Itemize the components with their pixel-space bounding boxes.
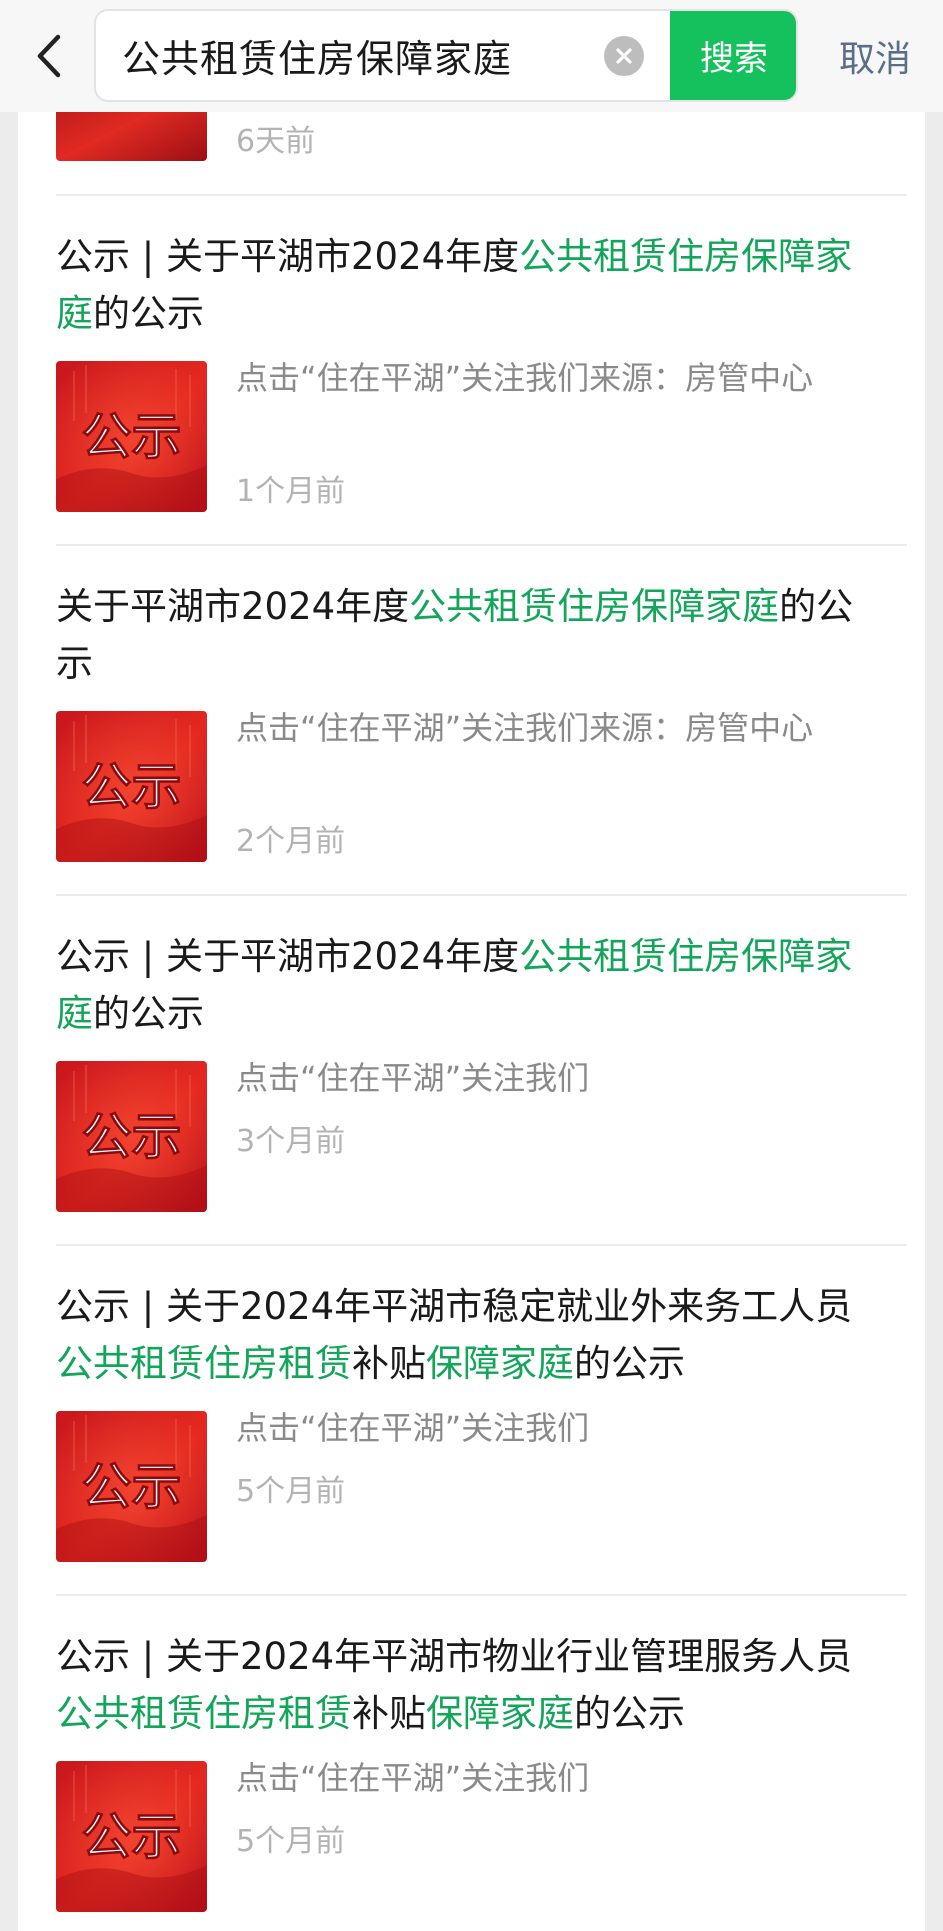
highlighted-keyword: 公共租赁住房保障家庭	[409, 585, 780, 628]
result-title[interactable]: 公示 | 关于平湖市2024年度公共租赁住房保障家庭的公示	[56, 928, 876, 1042]
thumbnail-label: 公示	[82, 1458, 182, 1516]
list-item[interactable]: 公示 | 关于2024年平湖市稳定就业外来务工人员公共租赁住房租赁补贴保障家庭的…	[56, 1246, 907, 1596]
thumbnail-label: 公示	[82, 1108, 182, 1166]
highlighted-keyword: 保障家庭	[426, 1692, 574, 1735]
result-time: 5个月前	[236, 1474, 346, 1509]
search-button[interactable]: 搜索	[670, 11, 796, 100]
highlighted-keyword: 公共租赁住房租赁	[56, 1692, 352, 1735]
title-text: 补贴	[352, 1342, 426, 1385]
title-text: 关于平湖市2024年度	[56, 585, 410, 628]
title-text: 的公示	[574, 1692, 685, 1735]
list-item[interactable]: 关于平湖市2024年度公共租赁住房保障家庭的公示 公示 点击“住在平湖”关注我们…	[56, 546, 907, 896]
result-snippet: 点击“住在平湖”关注我们来源：房管中心	[236, 359, 814, 397]
results-list: 6天前 公示 | 关于平湖市2024年度公共租赁住房保障家庭的公示 公示 点击“…	[18, 0, 925, 1931]
title-text: 公示 | 关于2024年平湖市稳定就业外来务工人员	[56, 1285, 853, 1328]
title-text: 补贴	[352, 1692, 426, 1735]
highlighted-keyword: 保障家庭	[426, 1342, 574, 1385]
title-text: 公示 | 关于2024年平湖市物业行业管理服务人员	[56, 1635, 853, 1678]
thumbnail-image: 公示	[56, 711, 207, 862]
thumbnail-image: 公示	[56, 361, 207, 512]
result-snippet: 点击“住在平湖”关注我们来源：房管中心	[236, 709, 814, 747]
chevron-left-icon	[37, 34, 61, 78]
search-input[interactable]	[122, 11, 642, 100]
title-text: 公示 | 关于平湖市2024年度	[56, 235, 520, 278]
thumbnail-image: 公示	[56, 1761, 207, 1912]
search-results-page: 6天前 公示 | 关于平湖市2024年度公共租赁住房保障家庭的公示 公示 点击“…	[0, 0, 943, 1931]
thumbnail-label: 公示	[82, 1808, 182, 1866]
result-title[interactable]: 关于平湖市2024年度公共租赁住房保障家庭的公示	[56, 578, 876, 692]
result-title[interactable]: 公示 | 关于2024年平湖市稳定就业外来务工人员公共租赁住房租赁补贴保障家庭的…	[56, 1278, 876, 1392]
result-title[interactable]: 公示 | 关于平湖市2024年度公共租赁住房保障家庭的公示	[56, 228, 876, 342]
back-button[interactable]	[26, 28, 72, 84]
search-header: 搜索 取消	[0, 0, 943, 112]
result-time: 6天前	[236, 124, 316, 159]
thumbnail-label: 公示	[82, 408, 182, 466]
list-item[interactable]: 公示 | 关于2024年平湖市物业行业管理服务人员公共租赁住房租赁补贴保障家庭的…	[56, 1596, 907, 1931]
list-item[interactable]: 公示 | 关于平湖市2024年度公共租赁住房保障家庭的公示 公示 点击“住在平湖…	[56, 196, 907, 546]
result-snippet: 点击“住在平湖”关注我们	[236, 1409, 590, 1447]
title-text: 的公示	[574, 1342, 685, 1385]
result-snippet: 点击“住在平湖”关注我们	[236, 1759, 590, 1797]
highlighted-keyword: 公共租赁住房租赁	[56, 1342, 352, 1385]
search-box: 搜索	[94, 9, 798, 102]
result-time: 2个月前	[236, 824, 346, 859]
title-text: 的公示	[93, 292, 204, 335]
list-item[interactable]: 公示 | 关于平湖市2024年度公共租赁住房保障家庭的公示 公示 点击“住在平湖…	[56, 896, 907, 1246]
clear-icon[interactable]	[604, 36, 644, 76]
thumbnail-image: 公示	[56, 1061, 207, 1212]
result-title[interactable]: 公示 | 关于2024年平湖市物业行业管理服务人员公共租赁住房租赁补贴保障家庭的…	[56, 1628, 876, 1742]
title-text: 的公示	[93, 992, 204, 1035]
result-snippet: 点击“住在平湖”关注我们	[236, 1059, 590, 1097]
thumbnail-label: 公示	[82, 758, 182, 816]
result-time: 1个月前	[236, 474, 346, 509]
title-text: 公示 | 关于平湖市2024年度	[56, 935, 520, 978]
thumbnail-image: 公示	[56, 1411, 207, 1562]
result-time: 3个月前	[236, 1124, 346, 1159]
cancel-button[interactable]: 取消	[820, 28, 930, 84]
result-time: 5个月前	[236, 1824, 346, 1859]
